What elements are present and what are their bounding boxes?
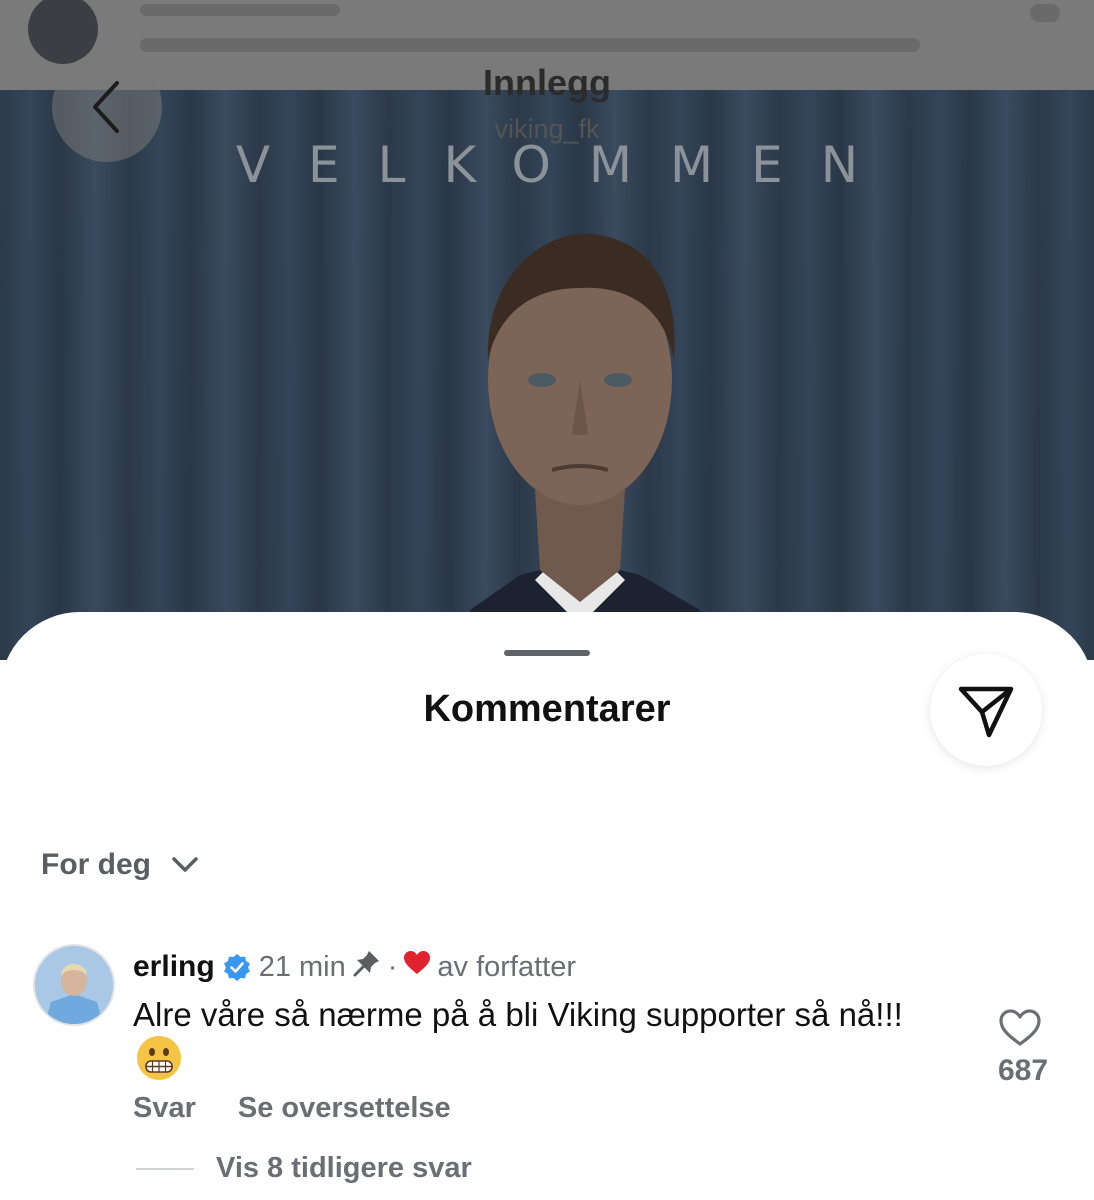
comments-sheet: Kommentarer For deg erling 21 min · av f…	[0, 612, 1094, 1200]
page-subtitle[interactable]: viking_fk	[0, 114, 1094, 145]
avatar-photo	[35, 946, 113, 1024]
dimmed-username	[140, 4, 340, 16]
chevron-down-icon	[171, 856, 199, 874]
replies-divider-line	[136, 1167, 194, 1170]
like-count: 687	[997, 1054, 1049, 1087]
comment-actions: Svar Se oversettelse	[133, 1092, 451, 1125]
comment-text: Alre våre så nærme på å bli Viking suppo…	[133, 994, 933, 1082]
view-replies-button[interactable]: Vis 8 tidligere svar	[136, 1152, 472, 1185]
sheet-grabber[interactable]	[504, 650, 590, 656]
dimmed-more-icon	[1030, 4, 1060, 22]
post-player-photo	[453, 233, 717, 660]
reply-button[interactable]: Svar	[133, 1092, 196, 1125]
sort-label: For deg	[41, 848, 151, 881]
comment-username[interactable]: erling	[133, 950, 215, 984]
sort-dropdown[interactable]: For deg	[41, 848, 199, 882]
avatar[interactable]	[33, 944, 115, 1026]
heart-outline-icon	[999, 1009, 1041, 1046]
liked-by-author-label: av forfatter	[437, 950, 577, 983]
comment-time: 21 min	[258, 950, 346, 983]
comment-meta: erling 21 min · av forfatter	[133, 948, 576, 986]
like-button[interactable]	[998, 1008, 1042, 1053]
grimacing-face-icon	[137, 1036, 181, 1080]
translate-button[interactable]: Se oversettelse	[238, 1092, 451, 1125]
send-icon	[958, 686, 1014, 738]
pin-icon	[352, 948, 382, 986]
view-replies-label: Vis 8 tidligere svar	[216, 1152, 472, 1184]
share-button[interactable]	[930, 654, 1042, 766]
heart-filled-icon	[403, 950, 431, 984]
page-title: Innlegg	[483, 62, 611, 103]
verified-badge-icon	[223, 953, 251, 981]
dimmed-caption	[140, 38, 920, 52]
comment-body: Alre våre så nærme på å bli Viking suppo…	[133, 996, 903, 1033]
meta-separator: ·	[387, 950, 398, 983]
